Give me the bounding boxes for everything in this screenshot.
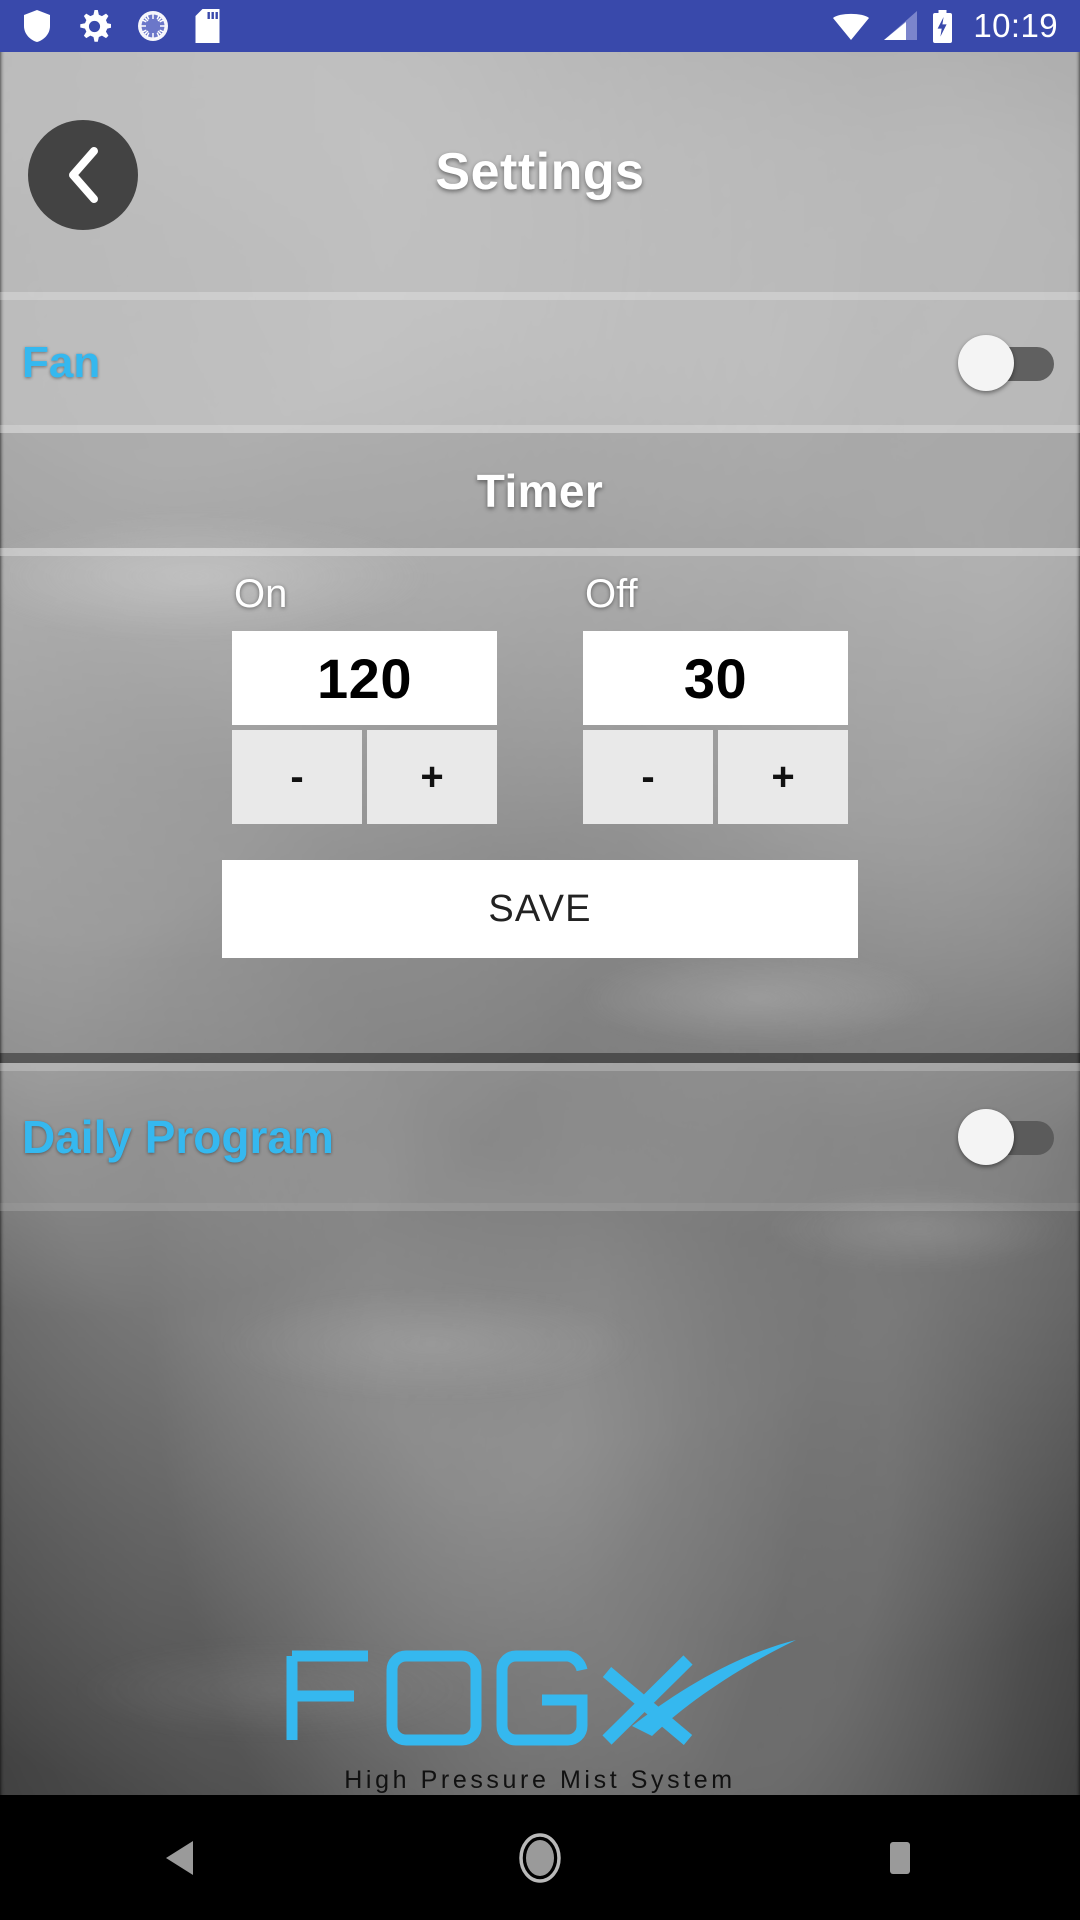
app-screen: 10:19 Settings Fan Timer On 120 - + Off … (0, 0, 1080, 1920)
fan-row[interactable]: Fan (0, 300, 1080, 425)
battery-charging-icon (933, 9, 953, 43)
status-bar-left-icons (22, 9, 220, 43)
nav-recents-square-icon (890, 1841, 910, 1874)
page-title: Settings (435, 143, 645, 201)
nav-home-circle-icon (519, 1832, 561, 1883)
divider-below-daily-program (0, 1203, 1080, 1211)
daily-program-toggle-thumb (958, 1109, 1014, 1165)
cellular-signal-icon (884, 11, 918, 40)
on-caption: On (234, 572, 288, 616)
sd-card-icon (195, 9, 220, 43)
nav-home-button[interactable] (450, 1795, 630, 1920)
off-increment-button[interactable]: + (718, 730, 848, 824)
off-steppers: - + (583, 730, 848, 824)
fan-label: Fan (22, 337, 101, 387)
divider-above-daily-program (0, 1053, 1080, 1063)
off-value-input[interactable]: 30 (583, 631, 848, 725)
timer-heading-label: Timer (476, 464, 604, 517)
divider-light-above-daily-program (0, 1063, 1080, 1071)
back-button[interactable] (28, 120, 138, 230)
status-bar-right-icons: 10:19 (832, 7, 1058, 45)
logo-tagline: High Pressure Mist System (344, 1766, 736, 1794)
fan-row-tint (0, 300, 1080, 425)
divider-below-fan (0, 425, 1080, 433)
nav-back-triangle-icon (166, 1840, 193, 1875)
brand-logo: High Pressure Mist System (0, 1630, 1080, 1795)
off-caption: Off (585, 572, 638, 616)
timer-fields: On 120 - + Off 30 - + (0, 572, 1080, 824)
gear-icon (80, 9, 111, 42)
on-decrement-button[interactable]: - (232, 730, 362, 824)
status-bar-clock: 10:19 (973, 7, 1058, 44)
daily-program-label: Daily Program (22, 1111, 334, 1163)
fogx-logo-icon (286, 1640, 796, 1746)
shield-icon (24, 10, 50, 42)
app-header: Settings (0, 52, 1080, 292)
daily-program-row[interactable]: Daily Program (0, 1071, 1080, 1203)
nav-back-button[interactable] (90, 1795, 270, 1920)
divider-below-timer-heading (0, 548, 1080, 556)
android-nav-bar (0, 1795, 1080, 1920)
fan-toggle-thumb (958, 334, 1014, 391)
save-button[interactable]: SAVE (222, 860, 858, 958)
timer-field-off: Off 30 - + (583, 572, 848, 824)
on-value-input[interactable]: 120 (232, 631, 497, 725)
on-steppers: - + (232, 730, 497, 824)
off-decrement-button[interactable]: - (583, 730, 713, 824)
timer-controls: On 120 - + Off 30 - + SAVE (0, 572, 1080, 958)
timer-field-on: On 120 - + (232, 572, 497, 824)
chevron-left-icon (69, 147, 98, 203)
on-increment-button[interactable]: + (367, 730, 497, 824)
status-bar: 10:19 (0, 0, 1080, 52)
daily-program-toggle[interactable] (958, 1109, 1054, 1165)
dial-icon (138, 11, 168, 41)
nav-recents-button[interactable] (810, 1795, 990, 1920)
divider-above-fan (0, 292, 1080, 300)
wifi-icon (833, 13, 870, 40)
fan-toggle[interactable] (958, 334, 1054, 391)
timer-section-heading: Timer (0, 433, 1080, 548)
